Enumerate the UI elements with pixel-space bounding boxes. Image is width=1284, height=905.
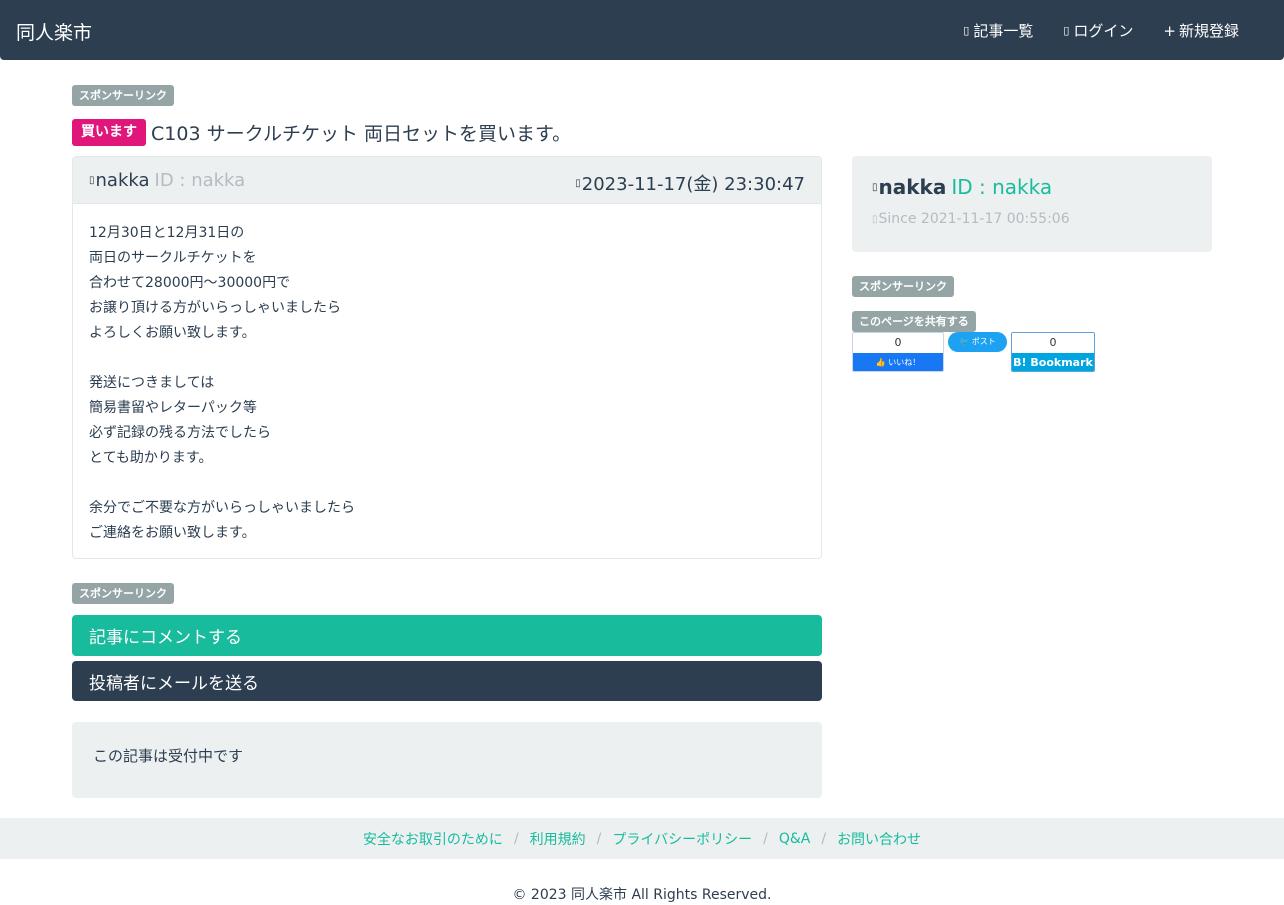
body-line [89, 471, 805, 496]
post-date-value: 2023-11-17(金) 23:30:47 [581, 174, 805, 195]
body-line: 両日のサークルチケットを [89, 250, 257, 266]
footer-links: 安全なお取引のために / 利用規約 / プライバシーポリシー / Q&A / お… [0, 818, 1284, 859]
nav-login[interactable]: ▯ ログイン [1063, 20, 1133, 41]
hatena-bookmark-label: B! Bookmark [1012, 353, 1094, 371]
body-line: 12月30日と12月31日の [89, 225, 245, 241]
footer-link-safety[interactable]: 安全なお取引のために [363, 829, 503, 849]
body-line: 簡易書留やレターパック等 [89, 400, 257, 416]
twitter-bird-icon: 🐦 [959, 337, 970, 346]
profile-id[interactable]: ID : nakka [951, 175, 1052, 199]
twitter-share-label: ポスト [971, 337, 996, 346]
facebook-like-label: いいね！ [888, 358, 921, 367]
user-icon: ▯ [89, 175, 95, 186]
navbar: 同人楽市 ▯ 記事一覧 ▯ ログイン + 新規登録 [0, 0, 1284, 60]
user-icon: ▯ [872, 181, 878, 193]
login-icon: ▯ [1063, 24, 1070, 37]
facebook-like-count: 0 [853, 333, 943, 353]
nav-register[interactable]: + 新規登録 [1163, 20, 1239, 41]
article-card-header: ▯ nakka ID : nakka ▯ 2023-11-17(金) 23:30… [73, 157, 821, 204]
clock-icon: ▯ [575, 177, 581, 189]
list-icon: ▯ [963, 24, 970, 37]
site-brand[interactable]: 同人楽市 [16, 18, 92, 45]
send-mail-button[interactable]: 投稿者にメールを送る [72, 661, 822, 701]
article-card: ▯ nakka ID : nakka ▯ 2023-11-17(金) 23:30… [72, 156, 822, 559]
calendar-icon: ▯ [872, 213, 878, 225]
nav-login-label: ログイン [1073, 22, 1134, 40]
profile-since-row: ▯ Since 2021-11-17 00:55:06 [872, 211, 1070, 227]
poster-info: ▯ nakka ID : nakka [89, 170, 245, 191]
footer-link-privacy[interactable]: プライバシーポリシー [612, 829, 752, 849]
body-line: 合わせて28000円〜30000円で [89, 275, 291, 291]
footer-link-qa[interactable]: Q&A [779, 831, 811, 847]
profile-name: nakka [878, 175, 947, 199]
article-title: C103 サークルチケット 両日セットを買います。 [151, 123, 572, 145]
body-line: ご連絡をお願い致します。 [89, 525, 256, 541]
poster-name[interactable]: nakka [96, 170, 150, 191]
sponsor-label-bottom: スポンサーリンク [72, 583, 174, 604]
profile-since: Since 2021-11-17 00:55:06 [878, 211, 1070, 227]
body-line: 発送につきましては [89, 375, 215, 391]
footer-separator: / [763, 830, 768, 847]
footer-separator: / [596, 830, 602, 847]
hatena-bookmark-button[interactable]: 0 B! Bookmark [1011, 332, 1095, 372]
copyright: © 2023 同人楽市 All Rights Reserved. [512, 887, 772, 903]
profile-card: ▯ nakka ID : nakka ▯ Since 2021-11-17 00… [852, 156, 1212, 252]
comment-button[interactable]: 記事にコメントする [72, 615, 822, 656]
plus-icon: + [1163, 21, 1176, 40]
buy-badge: 買います [72, 119, 146, 146]
article-body: 12月30日と12月31日の 両日のサークルチケットを 合わせて28000円〜3… [73, 204, 821, 563]
body-line: お譲り頂ける方がいらっしゃいましたら [89, 300, 341, 316]
article-title-row: 買います C103 サークルチケット 両日セットを買います。 [72, 119, 571, 146]
body-line: 必ず記録の残る方法でしたら [89, 425, 271, 441]
nav-article-list-label: 記事一覧 [973, 22, 1034, 40]
body-line: よろしくお願い致します。 [89, 325, 256, 341]
post-date: ▯ 2023-11-17(金) 23:30:47 [575, 170, 805, 196]
nav-links: ▯ 記事一覧 ▯ ログイン + 新規登録 [963, 20, 1239, 41]
body-line: とても助かります。 [89, 450, 213, 466]
sponsor-label-side: スポンサーリンク [852, 276, 954, 297]
hatena-bookmark-count: 0 [1012, 333, 1094, 353]
footer-separator: / [513, 830, 519, 847]
facebook-like-button[interactable]: 0 👍 いいね！ [852, 332, 944, 372]
poster-id: ID : nakka [154, 170, 246, 191]
body-line: 余分でご不要な方がいらっしゃいましたら [89, 500, 355, 516]
thumbs-up-icon: 👍 [875, 358, 886, 367]
footer-link-terms[interactable]: 利用規約 [530, 829, 586, 849]
sponsor-label-top: スポンサーリンク [72, 85, 174, 106]
share-label: このページを共有する [852, 311, 976, 332]
footer-separator: / [821, 830, 827, 847]
twitter-share-button[interactable]: 🐦 ポスト [948, 332, 1007, 352]
facebook-like-label-row: 👍 いいね！ [853, 353, 943, 371]
nav-article-list[interactable]: ▯ 記事一覧 [963, 20, 1033, 41]
nav-register-label: 新規登録 [1178, 22, 1239, 40]
profile-name-row: ▯ nakka ID : nakka [872, 175, 1052, 199]
status-message: この記事は受付中です [72, 722, 822, 798]
footer-link-contact[interactable]: お問い合わせ [837, 829, 921, 849]
body-line [89, 346, 805, 371]
